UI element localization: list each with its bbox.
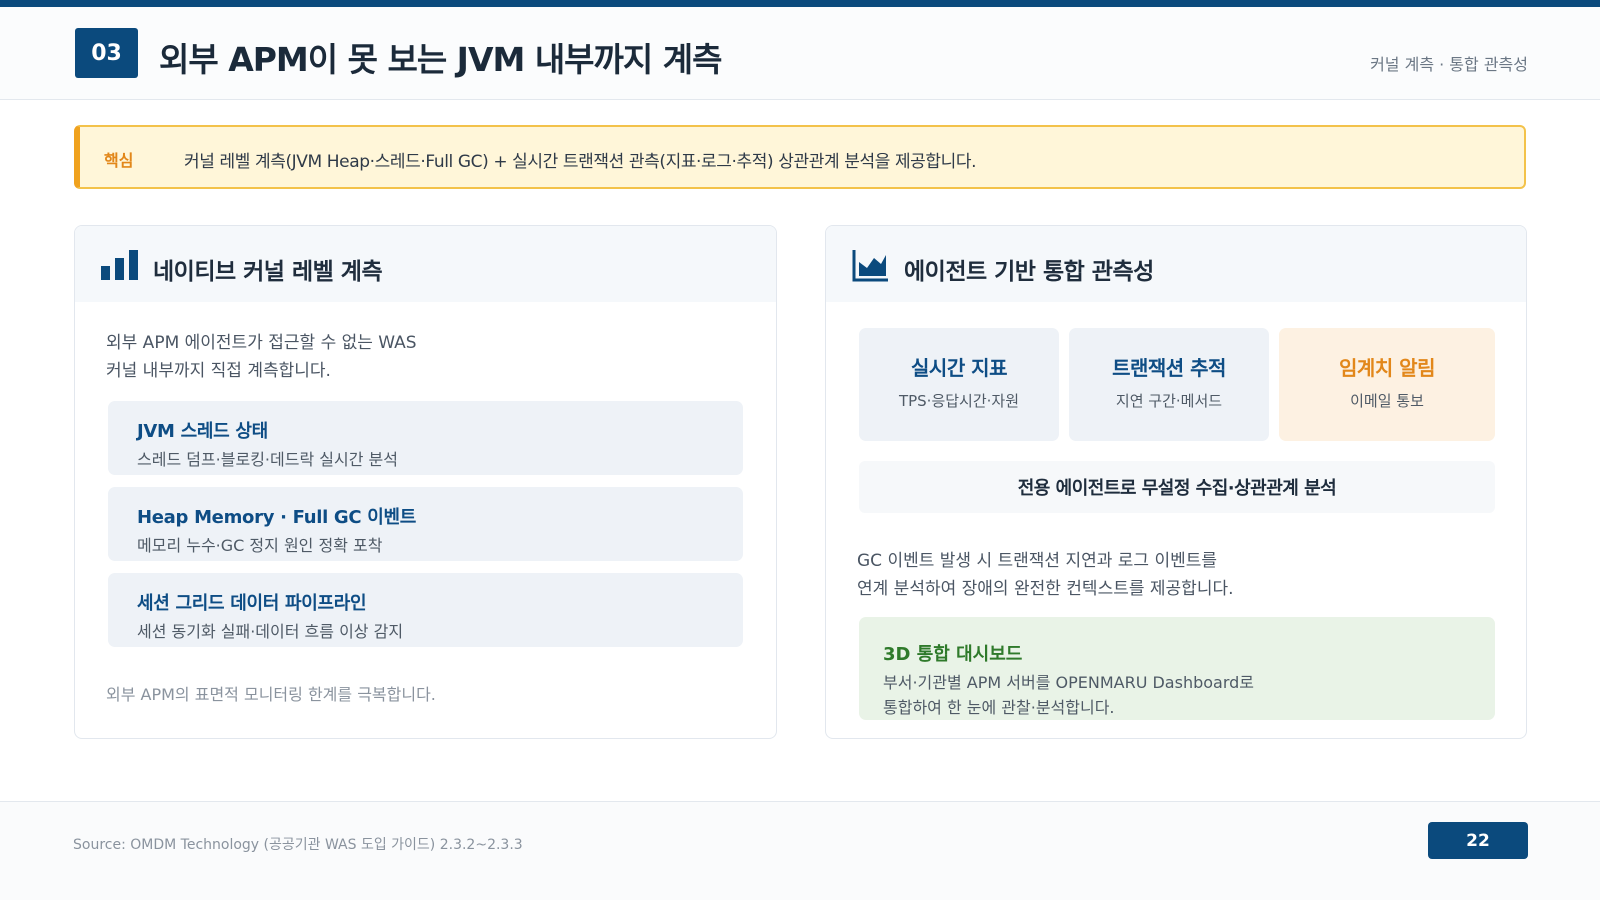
- slide-subtitle: 커널 계측 · 통합 관측성: [1370, 55, 1528, 74]
- tile-title: 임계치 알림: [1339, 356, 1435, 380]
- trace-tile: 트랜잭션 추적 지연 구간·메서드: [1069, 328, 1269, 441]
- metric-tile: 실시간 지표 TPS·응답시간·자원: [859, 328, 1059, 441]
- key-point-callout: 핵심 커널 레벨 계측(JVM Heap·스레드·Full GC) + 실시간 …: [74, 125, 1526, 189]
- feature-item: 세션 그리드 데이터 파이프라인 세션 동기화 실패·데이터 흐름 이상 감지: [108, 573, 743, 647]
- paragraph-line: GC 이벤트 발생 시 트랜잭션 지연과 로그 이벤트를: [857, 551, 1218, 571]
- dashboard-title: 3D 통합 대시보드: [883, 644, 1023, 665]
- page-number-badge: 22: [1428, 822, 1528, 859]
- alert-tile: 임계치 알림 이메일 통보: [1279, 328, 1495, 441]
- paragraph-line: 연계 분석하여 장애의 완전한 컨텍스트를 제공합니다.: [857, 579, 1234, 599]
- tile-desc: TPS·응답시간·자원: [898, 392, 1020, 410]
- slide-title: 외부 APM이 못 보는 JVM 내부까지 계측: [159, 40, 722, 79]
- feature-item: Heap Memory · Full GC 이벤트 메모리 누수·GC 정지 원…: [108, 487, 743, 561]
- observability-card: 에이전트 기반 통합 관측성 실시간 지표 TPS·응답시간·자원 트랜잭션 추…: [825, 225, 1527, 739]
- card-footnote: 외부 APM의 표면적 모니터링 한계를 극복합니다.: [106, 685, 436, 704]
- top-accent-bar: [0, 0, 1600, 7]
- card-title: 에이전트 기반 통합 관측성: [904, 259, 1154, 285]
- card-header: 에이전트 기반 통합 관측성: [826, 226, 1526, 302]
- area-chart-icon: [852, 250, 888, 286]
- feature-title: 세션 그리드 데이터 파이프라인: [137, 593, 367, 614]
- tile-desc: 지연 구간·메서드: [1115, 392, 1223, 410]
- card-title: 네이티브 커널 레벨 계측: [153, 259, 383, 285]
- intro-line: 외부 APM 에이전트가 접근할 수 없는 WAS: [106, 333, 417, 353]
- slide-footer: Source: OMDM Technology (공공기관 WAS 도입 가이드…: [0, 801, 1600, 900]
- tile-desc: 이메일 통보: [1350, 392, 1424, 410]
- feature-item: JVM 스레드 상태 스레드 덤프·블로킹·데드락 실시간 분석: [108, 401, 743, 475]
- feature-desc: 메모리 누수·GC 정지 원인 정확 포착: [137, 536, 383, 555]
- feature-desc: 세션 동기화 실패·데이터 흐름 이상 감지: [137, 622, 404, 641]
- agent-summary-bar: 전용 에이전트로 무설정 수집·상관관계 분석: [859, 461, 1495, 513]
- source-citation: Source: OMDM Technology (공공기관 WAS 도입 가이드…: [73, 837, 523, 853]
- dashboard-callout: 3D 통합 대시보드 부서·기관별 APM 서버를 OPENMARU Dashb…: [859, 617, 1495, 720]
- dashboard-desc: 부서·기관별 APM 서버를 OPENMARU Dashboard로 통합하여 …: [883, 670, 1403, 720]
- bar-chart-icon: [101, 250, 139, 284]
- feature-title: Heap Memory · Full GC 이벤트: [137, 507, 417, 528]
- tile-title: 실시간 지표: [911, 356, 1007, 380]
- feature-title: JVM 스레드 상태: [137, 421, 268, 442]
- card-header: 네이티브 커널 레벨 계측: [75, 226, 776, 302]
- intro-line: 커널 내부까지 직접 계측합니다.: [106, 361, 331, 381]
- card-intro: 외부 APM 에이전트가 접근할 수 없는 WAS 커널 내부까지 직접 계측합…: [106, 329, 706, 385]
- dashboard-desc-line: 부서·기관별 APM 서버를 OPENMARU Dashboard로: [883, 673, 1255, 692]
- kernel-level-card: 네이티브 커널 레벨 계측 외부 APM 에이전트가 접근할 수 없는 WAS …: [74, 225, 777, 739]
- tile-title: 트랜잭션 추적: [1112, 356, 1226, 380]
- slide-header: 03 외부 APM이 못 보는 JVM 내부까지 계측 커널 계측 · 통합 관…: [0, 7, 1600, 100]
- correlation-paragraph: GC 이벤트 발생 시 트랜잭션 지연과 로그 이벤트를 연계 분석하여 장애의…: [857, 547, 1497, 603]
- section-number-badge: 03: [75, 28, 138, 78]
- feature-desc: 스레드 덤프·블로킹·데드락 실시간 분석: [137, 450, 398, 469]
- key-point-label: 핵심: [104, 151, 134, 170]
- dashboard-desc-line: 통합하여 한 눈에 관찰·분석합니다.: [883, 698, 1115, 717]
- key-point-text: 커널 레벨 계측(JVM Heap·스레드·Full GC) + 실시간 트랜잭…: [184, 152, 977, 172]
